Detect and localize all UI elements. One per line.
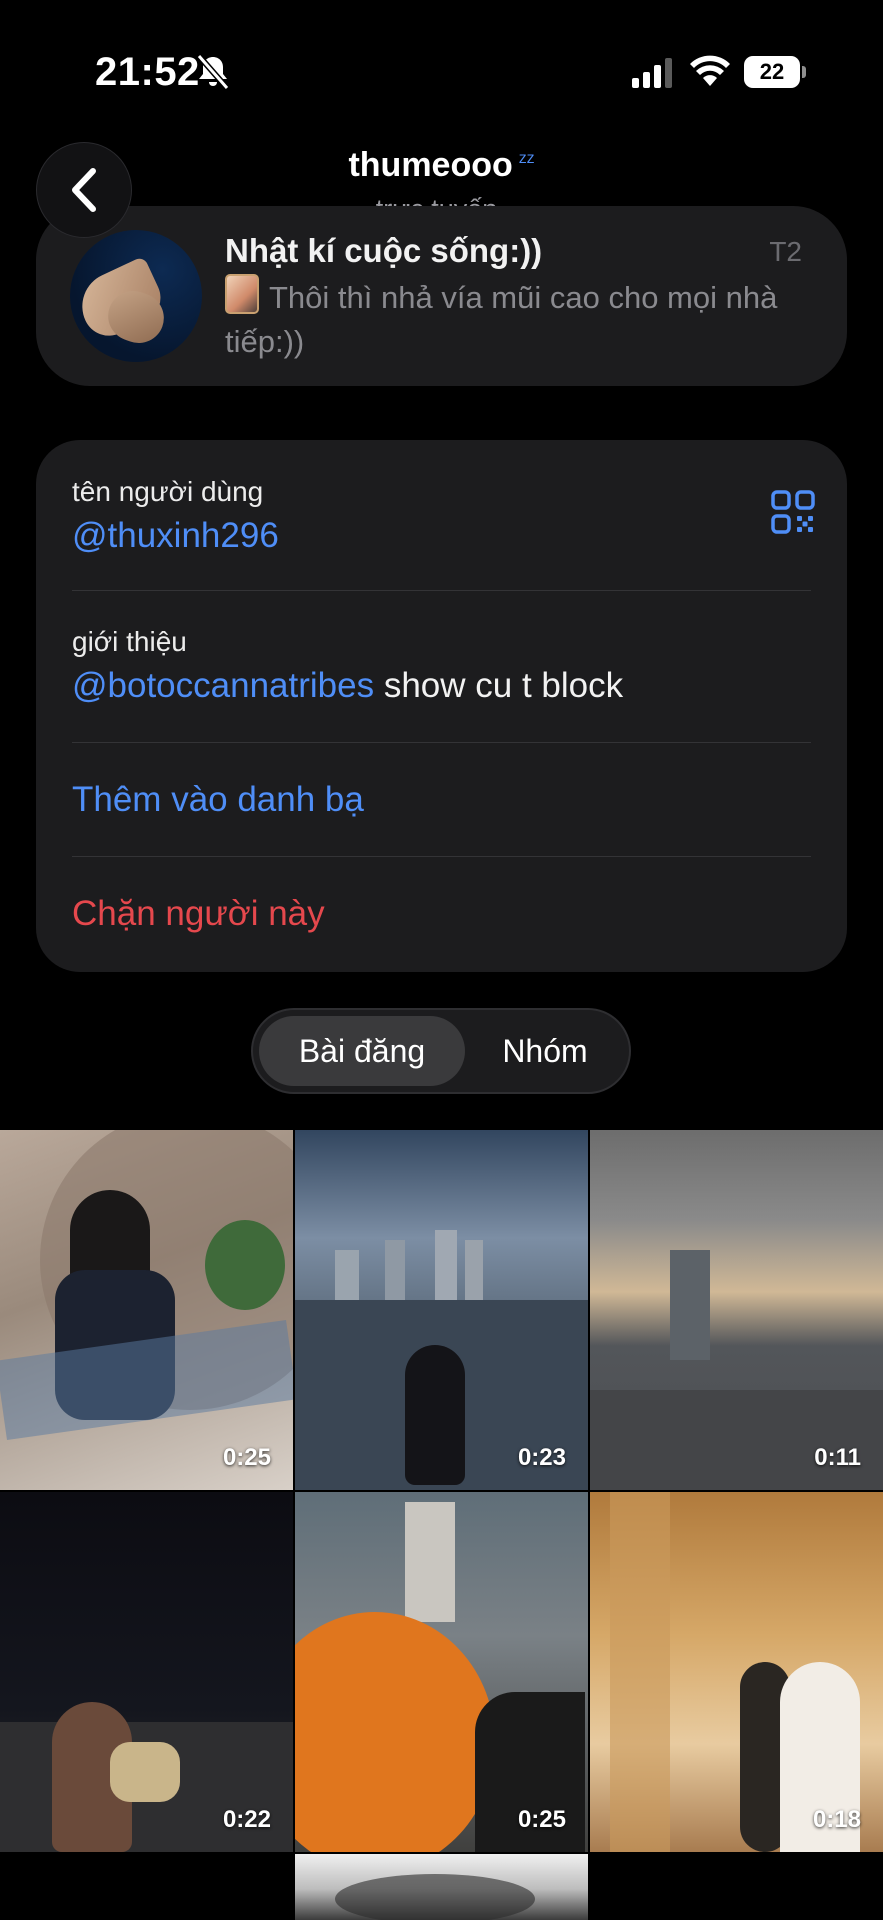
bio-label: giới thiệu (72, 626, 187, 657)
divider (72, 590, 811, 591)
media-tile[interactable]: 0:23 (295, 1130, 588, 1490)
media-tabs: Bài đăng Nhóm (251, 1008, 631, 1094)
qr-code-icon[interactable] (771, 490, 815, 534)
channel-last-post-day: T2 (769, 236, 802, 267)
media-tile[interactable]: 0:25 (295, 1492, 588, 1852)
profile-header: thumeooo ᶻᶻ (0, 146, 883, 185)
channel-last-post-preview: Thôi thì nhả vía mũi cao cho mọi nhà tiế… (225, 274, 785, 364)
channel-avatar (70, 230, 202, 362)
video-duration: 0:23 (517, 1444, 566, 1471)
bio-mention-link[interactable]: @botoccannatribes (72, 666, 374, 705)
bio-text: show cu t block (374, 666, 624, 705)
channel-preview-text: Thôi thì nhả vía mũi cao cho mọi nhà tiế… (225, 280, 778, 359)
username-value[interactable]: @thuxinh296 (72, 516, 279, 556)
media-tile[interactable] (295, 1854, 588, 1920)
back-button[interactable] (36, 142, 132, 238)
battery-level: 22 (744, 56, 800, 88)
divider (72, 742, 811, 743)
battery-icon: 22 (744, 56, 806, 88)
block-user-button[interactable]: Chặn người này (72, 894, 325, 934)
media-tile[interactable]: 0:18 (590, 1492, 883, 1852)
status-bar: 21:52 22 (0, 0, 883, 140)
video-duration: 0:18 (812, 1806, 861, 1833)
media-tile[interactable]: 0:22 (0, 1492, 293, 1852)
media-tile[interactable]: 0:25 (0, 1130, 293, 1490)
post-thumbnail (225, 274, 259, 314)
chevron-left-icon (72, 168, 96, 212)
channel-title: Nhật kí cuộc sống:)) (225, 232, 543, 269)
video-duration: 0:25 (517, 1806, 566, 1833)
bell-muted-icon (196, 54, 230, 90)
tab-posts[interactable]: Bài đăng (259, 1016, 465, 1086)
personal-channel-card[interactable]: Nhật kí cuộc sống:)) T2 Thôi thì nhả vía… (36, 206, 847, 386)
profile-name: thumeooo (348, 146, 513, 184)
profile-info-card: tên người dùng @thuxinh296 giới thiệu @b… (36, 440, 847, 972)
username-label: tên người dùng (72, 476, 264, 507)
video-duration: 0:22 (222, 1806, 271, 1833)
media-tile[interactable]: 0:11 (590, 1130, 883, 1490)
tab-groups[interactable]: Nhóm (465, 1016, 625, 1086)
video-duration: 0:11 (814, 1444, 861, 1471)
divider (72, 856, 811, 857)
wifi-icon (690, 55, 730, 86)
add-to-contacts-button[interactable]: Thêm vào danh bạ (72, 780, 364, 820)
bio-value: @botoccannatribes show cu t block (72, 666, 623, 706)
cellular-signal-icon (632, 58, 672, 88)
video-duration: 0:25 (222, 1444, 271, 1471)
status-time: 21:52 (95, 50, 200, 94)
sleeping-zzz-icon: ᶻᶻ (518, 148, 535, 173)
